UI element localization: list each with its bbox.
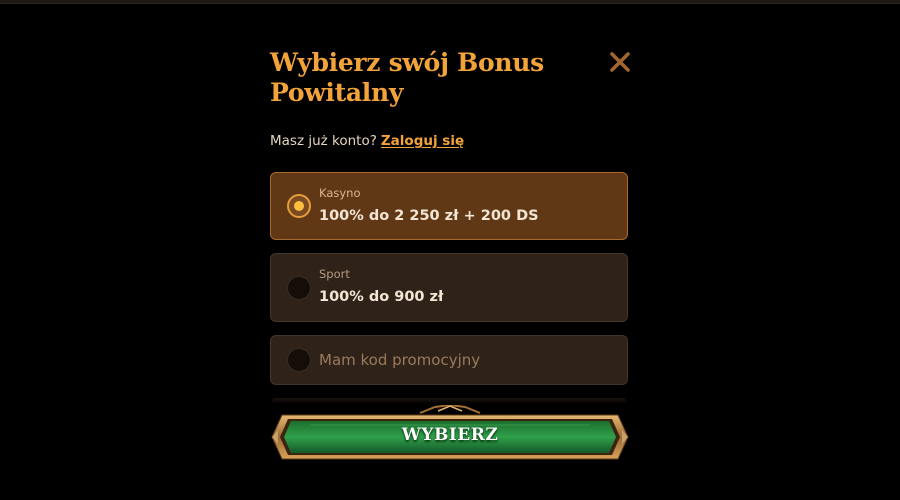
choose-button-label: WYBIERZ [401, 425, 499, 445]
section-divider [272, 398, 626, 404]
close-icon[interactable] [608, 50, 632, 74]
welcome-bonus-modal: Wybierz swój Bonus Powitalny Masz już ko… [270, 40, 630, 500]
top-divider [0, 0, 900, 4]
login-prompt-text: Masz już konto? [270, 133, 377, 149]
bonus-option-sport[interactable]: Sport 100% do 900 zł [270, 253, 628, 322]
option-label: Kasyno [319, 186, 361, 200]
promo-code-label: Mam kod promocyjny [319, 351, 481, 369]
radio-selected-icon[interactable] [287, 194, 311, 218]
bonus-option-casino[interactable]: Kasyno 100% do 2 250 zł + 200 DS [270, 172, 628, 240]
option-label: Sport [319, 267, 350, 281]
choose-button[interactable]: WYBIERZ [270, 405, 630, 465]
modal-title: Wybierz swój Bonus Powitalny [270, 48, 544, 107]
login-link[interactable]: Zaloguj się [381, 133, 464, 149]
bonus-option-promo-code[interactable]: Mam kod promocyjny [270, 335, 628, 385]
radio-unselected-icon[interactable] [287, 276, 311, 300]
option-value: 100% do 2 250 zł + 200 DS [319, 208, 539, 224]
radio-unselected-icon[interactable] [287, 348, 311, 372]
login-prompt-row: Masz już konto? Zaloguj się [270, 133, 464, 149]
option-value: 100% do 900 zł [319, 289, 444, 305]
